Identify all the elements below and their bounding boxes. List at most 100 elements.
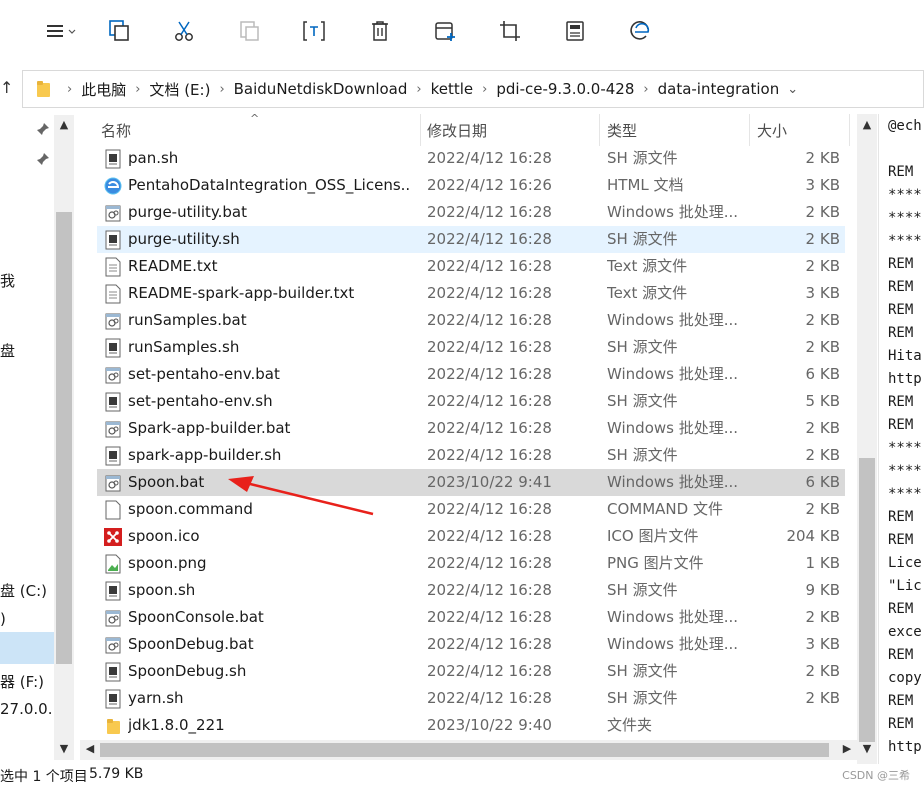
properties-button[interactable]	[562, 18, 588, 44]
paste-button[interactable]	[236, 18, 262, 44]
new-item-icon	[435, 22, 455, 41]
address-bar[interactable]: › 此电脑 › 文档 (E:) › BaiduNetdiskDownload ›…	[22, 70, 924, 108]
preview-line: ****	[888, 187, 922, 203]
column-divider[interactable]	[849, 114, 850, 146]
breadcrumb-this-pc[interactable]: 此电脑	[81, 79, 126, 100]
column-header-size[interactable]: 大小	[751, 114, 849, 146]
batch-file-icon	[104, 608, 122, 628]
script-file-icon	[104, 338, 122, 358]
file-size: 2 KB	[805, 257, 840, 275]
nav-item[interactable]: 我	[0, 270, 15, 291]
nav-scrollbar-thumb[interactable]	[56, 212, 72, 664]
file-size: 2 KB	[805, 203, 840, 221]
file-size: 2 KB	[805, 689, 840, 707]
file-row-selected[interactable]: Spoon.bat 2023/10/22 9:41 Windows 批处理... 6 …	[97, 469, 845, 496]
file-row[interactable]: spoon.command 2022/4/12 16:28 COMMAND 文件 2 …	[97, 496, 845, 523]
column-divider[interactable]	[749, 114, 750, 146]
file-row[interactable]: yarn.sh 2022/4/12 16:28 SH 源文件 2 KB	[97, 685, 845, 712]
column-divider[interactable]	[599, 114, 600, 146]
file-row[interactable]: SpoonDebug.sh 2022/4/12 16:28 SH 源文件 2 KB	[97, 658, 845, 685]
file-row[interactable]: Spark-app-builder.bat 2022/4/12 16:28 Wind…	[97, 415, 845, 442]
file-date: 2022/4/12 16:28	[427, 662, 552, 680]
preview-line: REM	[888, 693, 914, 709]
scroll-left-icon[interactable]: ◀	[83, 742, 97, 755]
crop-button[interactable]	[497, 18, 523, 44]
chevron-down-icon[interactable]: ⌄	[787, 82, 798, 97]
file-row[interactable]: runSamples.bat 2022/4/12 16:28 Windows 批处理…	[97, 307, 845, 334]
file-row[interactable]: jdk1.8.0_221 2023/10/22 9:40 文件夹	[97, 712, 845, 739]
file-row[interactable]: spark-app-builder.sh 2022/4/12 16:28 SH 源文…	[97, 442, 845, 469]
file-name: runSamples.bat	[128, 311, 247, 329]
file-date: 2022/4/12 16:28	[427, 689, 552, 707]
file-list-scrollbar-thumb[interactable]	[859, 458, 875, 742]
file-name: yarn.sh	[128, 689, 184, 707]
preview-line: REM	[888, 509, 914, 525]
file-row[interactable]: README.txt 2022/4/12 16:28 Text 源文件 2 KB	[97, 253, 845, 280]
batch-file-icon	[104, 311, 122, 331]
nav-item-drive-c[interactable]: 盘 (C:)	[0, 580, 47, 601]
breadcrumb-data-integration[interactable]: data-integration	[658, 80, 780, 98]
file-name: set-pentaho-env.sh	[128, 392, 273, 410]
preview-pane: @ech REM **** **** **** REM REM REM REM Hita http R…	[878, 114, 924, 764]
copy-button[interactable]	[106, 18, 132, 44]
breadcrumb-kettle[interactable]: kettle	[431, 80, 474, 98]
file-row[interactable]: spoon.png 2022/4/12 16:28 PNG 图片文件 1 KB	[97, 550, 845, 577]
rename-button[interactable]	[301, 18, 327, 44]
column-header-date[interactable]: 修改日期	[421, 114, 599, 146]
scroll-right-icon[interactable]: ▶	[840, 742, 854, 755]
file-date: 2022/4/12 16:28	[427, 338, 552, 356]
pin-icon[interactable]	[36, 122, 50, 136]
pin-icon[interactable]	[36, 152, 50, 166]
file-row[interactable]: purge-utility.bat 2022/4/12 16:28 Windows …	[97, 199, 845, 226]
crop-icon	[500, 21, 520, 41]
nav-item-network[interactable]: 27.0.0.1	[0, 700, 62, 718]
file-row[interactable]: README-spark-app-builder.txt 2022/4/12 16…	[97, 280, 845, 307]
delete-button[interactable]	[367, 18, 393, 44]
file-name: spoon.command	[128, 500, 253, 518]
file-date: 2022/4/12 16:28	[427, 311, 552, 329]
file-name: purge-utility.sh	[128, 230, 240, 248]
column-header-name[interactable]: 名称	[95, 114, 420, 146]
file-size	[747, 712, 840, 739]
file-row[interactable]: set-pentaho-env.bat 2022/4/12 16:28 Window…	[97, 361, 845, 388]
scroll-up-icon[interactable]: ▲	[859, 118, 875, 131]
file-row[interactable]: spoon.sh 2022/4/12 16:28 SH 源文件 9 KB	[97, 577, 845, 604]
breadcrumb-pdi[interactable]: pdi-ce-9.3.0.0-428	[496, 80, 634, 98]
file-size: 2 KB	[805, 500, 840, 518]
new-item-button[interactable]	[432, 18, 458, 44]
scroll-up-icon[interactable]: ▲	[56, 118, 72, 131]
file-type: SH 源文件	[607, 338, 678, 356]
file-row[interactable]: PentahoDataIntegration_OSS_Licens... 2022…	[97, 172, 845, 199]
file-date: 2023/10/22 9:40	[427, 716, 552, 734]
file-size: 2 KB	[805, 311, 840, 329]
breadcrumb-drive-e[interactable]: 文档 (E:)	[149, 79, 210, 100]
view-menu-button[interactable]	[44, 18, 80, 44]
folder-icon	[104, 716, 122, 736]
file-date: 2022/4/12 16:28	[427, 392, 552, 410]
preview-line: REM	[888, 256, 914, 272]
file-row[interactable]: set-pentaho-env.sh 2022/4/12 16:28 SH 源文件 5…	[97, 388, 845, 415]
scroll-down-icon[interactable]: ▼	[859, 742, 875, 755]
file-row[interactable]: SpoonConsole.bat 2022/4/12 16:28 Windows 批…	[97, 604, 845, 631]
column-header-type[interactable]: 类型	[601, 114, 749, 146]
nav-item-drive-f[interactable]: 器 (F:)	[0, 671, 44, 692]
file-type: Windows 批处理...	[607, 419, 739, 437]
file-name: set-pentaho-env.bat	[128, 365, 280, 383]
file-row[interactable]: SpoonDebug.bat 2022/4/12 16:28 Windows 批处理…	[97, 631, 845, 658]
file-row[interactable]: pan.sh 2022/4/12 16:28 SH 源文件 2 KB	[97, 145, 845, 172]
ico-image-icon	[104, 527, 122, 547]
open-with-edge-button[interactable]	[627, 18, 653, 44]
nav-item[interactable]: 盘	[0, 340, 15, 361]
breadcrumb-baidunetdisk[interactable]: BaiduNetdiskDownload	[234, 80, 408, 98]
scroll-down-icon[interactable]: ▼	[56, 742, 72, 755]
up-arrow-icon[interactable]: ↑	[0, 78, 14, 100]
file-row[interactable]: spoon.ico 2022/4/12 16:28 ICO 图片文件 204 KB	[97, 523, 845, 550]
horizontal-scrollbar-thumb[interactable]	[100, 743, 829, 757]
file-row[interactable]: purge-utility.sh 2022/4/12 16:28 SH 源文件 2 K…	[97, 226, 845, 253]
file-size: 6 KB	[805, 473, 840, 491]
file-type: PNG 图片文件	[607, 554, 704, 572]
file-row[interactable]: runSamples.sh 2022/4/12 16:28 SH 源文件 2 KB	[97, 334, 845, 361]
nav-item[interactable]: )	[0, 610, 6, 628]
file-date: 2022/4/12 16:28	[427, 527, 552, 545]
cut-button[interactable]	[171, 18, 197, 44]
